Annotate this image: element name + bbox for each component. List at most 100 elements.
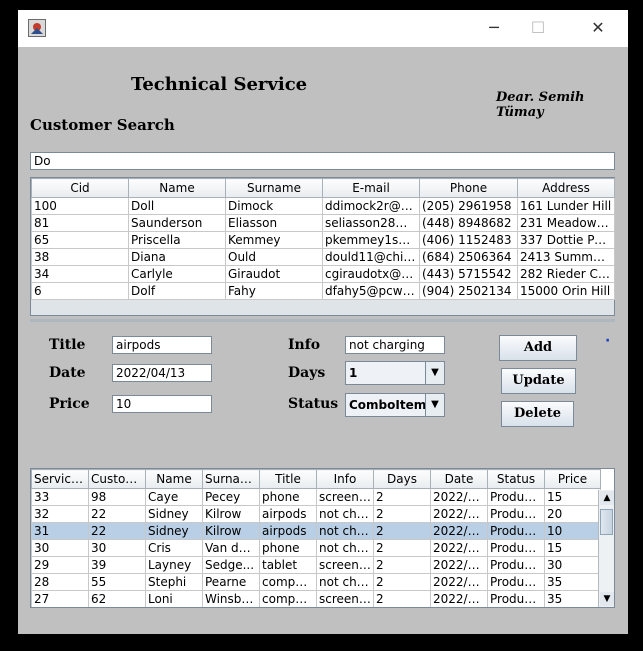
service-table-cell: tablet <box>259 556 317 574</box>
customer-search-label: Customer Search <box>30 116 175 134</box>
service-table-column-header[interactable]: Service ... <box>31 469 89 489</box>
service-table-cell: phone <box>259 488 317 506</box>
service-table-column-header[interactable]: Custom... <box>88 469 146 489</box>
info-input[interactable]: not charging <box>345 336 445 354</box>
customer-table-row[interactable]: 100 Doll Dimock ddimock2r@us... (205) 296195… <box>31 197 615 215</box>
service-table-cell: 2022/0... <box>430 556 488 574</box>
section-divider <box>30 319 615 322</box>
service-table-row[interactable]: 31 22 Sidney Kilrow airpods not char... 2 2022/… <box>31 522 601 540</box>
minimize-button[interactable]: ─ <box>482 18 506 38</box>
customer-table-column-header[interactable]: E-mail <box>322 178 420 198</box>
service-table-row[interactable]: 33 98 Caye Pecey phone screen ... 2 2022/0... Pr… <box>31 488 601 506</box>
service-table-row[interactable]: 28 55 Stephi Pearne computer not char... 2 2022… <box>31 573 601 591</box>
customer-table-cell: Giraudot <box>225 265 323 283</box>
service-table-column-header[interactable]: Name <box>145 469 203 489</box>
customer-table-column-header[interactable]: Phone <box>419 178 518 198</box>
service-table-column-header[interactable]: Status <box>487 469 545 489</box>
customer-table-cell: 34 <box>31 265 129 283</box>
customer-table-row[interactable]: 81 Saunderson Eliasson seliasson28@... (448)… <box>31 214 615 232</box>
status-select[interactable]: ComboItem... ▼ <box>345 393 445 417</box>
customer-table-row[interactable]: 38 Diana Ould dould11@chic... (684) 2506364 2… <box>31 248 615 266</box>
date-input[interactable]: 2022/04/13 <box>112 364 212 382</box>
days-select[interactable]: 1 ▼ <box>345 361 445 385</box>
customer-table-row[interactable]: 6 Dolf Fahy dfahy5@pcworl... (904) 2502134 15… <box>31 282 615 300</box>
customer-table-row[interactable]: 65 Priscella Kemmey pkemmey1s@... (406) 1152… <box>31 231 615 249</box>
customer-table-column-header[interactable]: Name <box>128 178 226 198</box>
price-input[interactable]: 10 <box>112 395 212 413</box>
service-table-cell: 2 <box>373 522 431 540</box>
customer-table-cell: Kemmey <box>225 231 323 249</box>
info-label: Info <box>288 337 321 353</box>
customer-table-cell: Ould <box>225 248 323 266</box>
customer-table-cell: 81 <box>31 214 129 232</box>
customer-table-row[interactable]: 34 Carlyle Giraudot cgiraudotx@alt... (443) … <box>31 265 615 283</box>
service-table-cell: 35 <box>544 573 601 591</box>
service-table-cell: 2022/0... <box>430 539 488 557</box>
service-table-row[interactable]: 32 22 Sidney Kilrow airpods not char... 2 2022/… <box>31 505 601 523</box>
service-table-cell: not char... <box>316 505 374 523</box>
service-table-cell: 15 <box>544 488 601 506</box>
customer-table-cell: 282 Rieder Ce... <box>517 265 615 283</box>
customer-table-cell: ddimock2r@us... <box>322 197 420 215</box>
service-table-cell: 30 <box>88 539 146 557</box>
scroll-up-icon[interactable]: ▲ <box>600 491 614 505</box>
customer-table-cell: 231 Meadow V... <box>517 214 615 232</box>
scroll-down-icon[interactable]: ▼ <box>600 592 614 606</box>
service-table-cell: not char... <box>316 539 374 557</box>
customer-table-cell: 337 Dottie Point <box>517 231 615 249</box>
service-table-cell: 28 <box>31 573 89 591</box>
dot-marker: · <box>605 333 611 349</box>
service-table-row[interactable]: 30 30 Cris Van de ... phone not char... 2 2022/… <box>31 539 601 557</box>
add-button[interactable]: Add <box>499 335 577 361</box>
service-table-column-header[interactable]: Surname <box>202 469 260 489</box>
service-table-cell: 32 <box>31 505 89 523</box>
customer-table-cell: (684) 2506364 <box>419 248 518 266</box>
customer-table-cell: cgiraudotx@alt... <box>322 265 420 283</box>
chevron-down-icon[interactable]: ▼ <box>425 394 444 416</box>
delete-button[interactable]: Delete <box>501 401 574 427</box>
customer-table-column-header[interactable]: Cid <box>31 178 129 198</box>
service-table-column-header[interactable]: Title <box>259 469 317 489</box>
service-table-scrollbar[interactable]: ▲ ▼ <box>598 490 614 607</box>
title-input[interactable]: airpods <box>112 336 212 354</box>
service-table-cell: not char... <box>316 522 374 540</box>
service-table-row[interactable]: 27 62 Loni Winsbo... computer screen ... 2 2022… <box>31 590 601 607</box>
customer-table-cell: dould11@chic... <box>322 248 420 266</box>
service-table-container: Service ... Custom... Name Surname Title Info… <box>30 468 615 608</box>
service-table-cell: 33 <box>31 488 89 506</box>
service-table-cell: Product ... <box>487 522 545 540</box>
service-table-column-header[interactable]: Date <box>430 469 488 489</box>
service-table-cell: 2022/0... <box>430 522 488 540</box>
service-table-column-header[interactable]: Days <box>373 469 431 489</box>
customer-table-cell: 2413 Summer ... <box>517 248 615 266</box>
service-table-cell: Product ... <box>488 608 545 609</box>
title-bar: ─ ☐ ✕ <box>18 10 628 47</box>
service-table-column-header[interactable]: Info <box>316 469 374 489</box>
close-button[interactable]: ✕ <box>586 18 610 38</box>
service-table-cell: 62 <box>88 590 146 607</box>
chevron-down-icon[interactable]: ▼ <box>425 362 444 384</box>
app-title: Technical Service <box>131 74 308 95</box>
customer-table-cell: Saunderson <box>128 214 226 232</box>
update-button[interactable]: Update <box>501 368 576 394</box>
customer-table-column-header[interactable]: Address <box>517 178 615 198</box>
customer-table-cell: Fahy <box>225 282 323 300</box>
title-label: Title <box>49 337 86 353</box>
maximize-button[interactable]: ☐ <box>526 18 550 38</box>
service-table-cell: 29 <box>31 556 89 574</box>
scrollbar-thumb[interactable] <box>600 509 613 535</box>
customer-table-column-header[interactable]: Surname <box>225 178 323 198</box>
customer-search-input[interactable]: Do <box>30 152 615 170</box>
service-table-row[interactable]: 29 39 Layney Sedge... tablet screen ... 2 2022/… <box>31 556 601 574</box>
service-table-cell: 2 <box>373 573 431 591</box>
service-table-cell: Sidney <box>145 522 203 540</box>
service-table-cell: Product ... <box>487 556 545 574</box>
service-table-cell: 98 <box>88 488 146 506</box>
service-table-cell: 35 <box>544 590 601 607</box>
service-table-cell: 2 <box>374 608 431 609</box>
days-label: Days <box>288 365 326 381</box>
service-table-cell: 2 <box>373 539 431 557</box>
customer-table-cell: Diana <box>128 248 226 266</box>
service-table-column-header[interactable]: Price <box>544 469 601 489</box>
service-table-row[interactable]: 269MarinWakef...computernot char...22022… <box>32 608 601 609</box>
